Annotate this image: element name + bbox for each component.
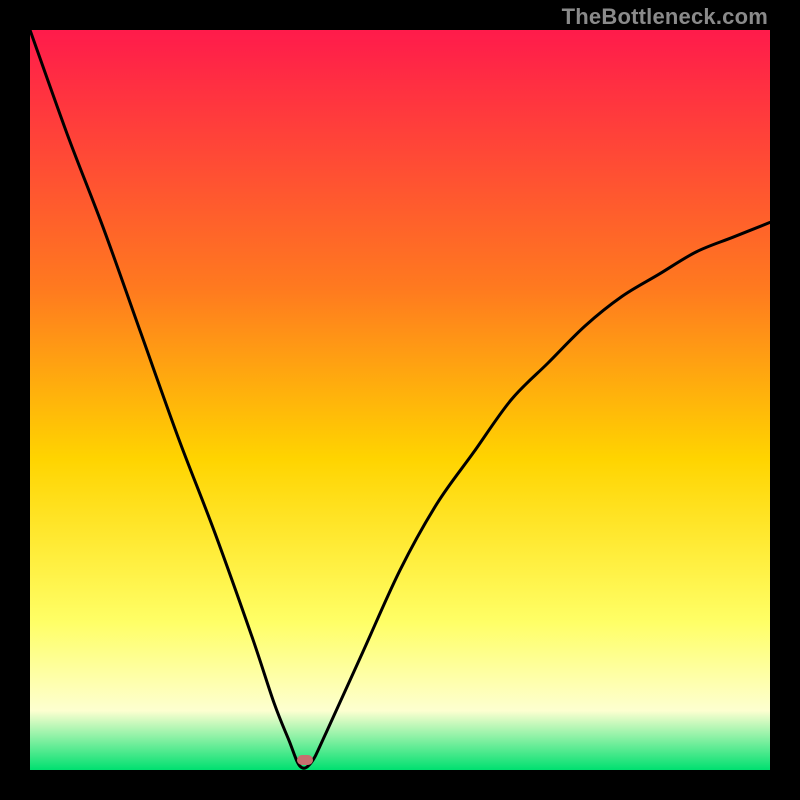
chart-curve-layer [30, 30, 770, 770]
watermark-text: TheBottleneck.com [562, 4, 768, 30]
bottleneck-curve [30, 30, 770, 768]
minimum-marker [297, 755, 313, 765]
